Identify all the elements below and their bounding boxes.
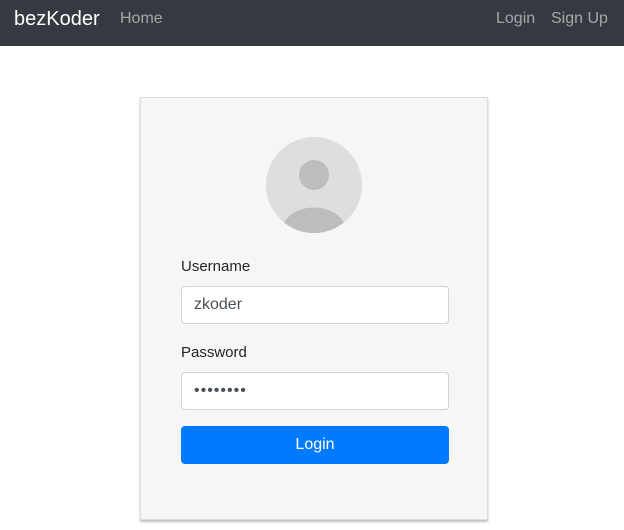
brand-link[interactable]: bezKoder <box>14 8 100 30</box>
nav-home-link[interactable]: Home <box>120 10 163 28</box>
nav-signup-link[interactable]: Sign Up <box>551 10 608 28</box>
login-button[interactable]: Login <box>181 426 449 464</box>
nav-login-link[interactable]: Login <box>496 10 535 28</box>
user-profile-icon <box>266 137 362 233</box>
username-label: Username <box>181 258 251 275</box>
password-input[interactable] <box>181 372 449 410</box>
password-label: Password <box>181 344 247 361</box>
navbar: bezKoder Home Login Sign Up <box>0 0 624 46</box>
username-input[interactable] <box>181 286 449 324</box>
login-card: Username Password Login <box>140 97 488 520</box>
